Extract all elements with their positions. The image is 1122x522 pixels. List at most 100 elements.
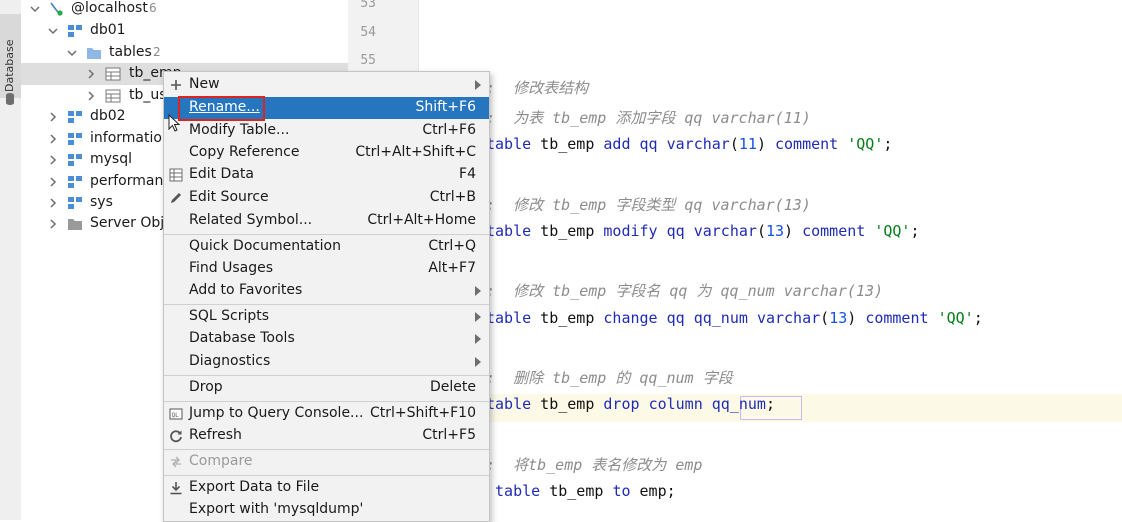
plus-icon [171, 80, 181, 90]
code-token: 'QQ' [874, 222, 911, 240]
code-token: : 将tb_emp 表名修改为 emp [486, 456, 703, 474]
menu-item-compare[interactable]: Compare [164, 451, 489, 473]
code-token: ) [784, 222, 803, 240]
code-line[interactable]: : 修改表结构 [486, 77, 588, 98]
menu-item-label: Related Symbol... [189, 212, 313, 228]
chevron-right-icon[interactable] [47, 218, 59, 230]
code-token: 13 [829, 309, 848, 327]
menu-item-shortcut: Ctrl+F5 [422, 427, 476, 443]
chevron-down-icon[interactable] [29, 3, 41, 15]
menu-item-label: Copy Reference [189, 144, 300, 160]
menu-item-shortcut: Ctrl+Alt+Home [367, 212, 476, 228]
menu-item-export-data-to-file[interactable]: Export Data to File [164, 477, 489, 499]
chevron-right-icon[interactable] [47, 111, 59, 123]
menu-item-find-usages[interactable]: Find Usages Alt+F7 [164, 258, 489, 280]
query-console-icon: QL [169, 408, 183, 420]
code-token: 'QQ' [937, 309, 974, 327]
menu-item-edit-source[interactable]: Edit Source Ctrl+B [164, 187, 489, 209]
menu-item-add-to-favorites[interactable]: Add to Favorites [164, 280, 489, 302]
menu-item-export-with-mysqldump[interactable]: Export with 'mysqldump' [164, 499, 489, 521]
code-token: ( [756, 222, 766, 240]
menu-item-edit-data[interactable]: Edit Data F4 [164, 164, 489, 186]
code-line[interactable]: table tb_emp drop column qq_num; [486, 395, 775, 413]
menu-item-refresh[interactable]: Refresh Ctrl+F5 [164, 425, 489, 447]
code-line[interactable]: table tb_emp add qq varchar(11) comment … [486, 135, 892, 153]
menu-item-copy-reference[interactable]: Copy Reference Ctrl+Alt+Shift+C [164, 142, 489, 164]
menu-item-sql-scripts[interactable]: SQL Scripts [164, 306, 489, 328]
chevron-down-icon[interactable] [47, 25, 59, 37]
submenu-arrow-icon [475, 312, 481, 322]
code-token: table [486, 395, 532, 413]
tree-label: mysql [90, 151, 132, 167]
submenu-arrow-icon [475, 357, 481, 367]
tree-node-tables[interactable]: tables 2 [21, 42, 348, 64]
tree-label: Server Obje [90, 215, 173, 231]
menu-item-related-symbol[interactable]: Related Symbol... Ctrl+Alt+Home [164, 210, 489, 232]
tree-node-localhost[interactable]: @localhost 6 [21, 0, 348, 20]
code-line[interactable]: : 修改 tb_emp 字段名 qq 为 qq_num varchar(13) [486, 280, 883, 301]
menu-item-jump-to-query-console[interactable]: QL Jump to Query Console... Ctrl+Shift+F… [164, 403, 489, 425]
menu-separator [164, 375, 489, 376]
datasource-icon [50, 2, 63, 16]
chevron-right-icon[interactable] [47, 197, 59, 209]
code-line[interactable]: : 为表 tb_emp 添加字段 qq varchar(11) [486, 107, 811, 128]
menu-item-quick-documentation[interactable]: Quick Documentation Ctrl+Q [164, 236, 489, 258]
menu-item-shortcut: Delete [430, 379, 476, 395]
chevron-right-icon[interactable] [47, 176, 59, 188]
schema-icon [68, 176, 82, 188]
code-token: ( [729, 135, 739, 153]
menu-separator [164, 475, 489, 476]
tree-label: performanc [90, 173, 172, 189]
database-tool-tab[interactable]: Database [0, 14, 21, 105]
mouse-pointer-icon [168, 114, 180, 132]
code-token: qq [639, 135, 658, 153]
chevron-right-icon[interactable] [47, 133, 59, 145]
menu-item-label: Diagnostics [189, 353, 271, 369]
menu-item-label: Add to Favorites [189, 282, 303, 298]
pencil-icon [171, 193, 181, 203]
code-token: change [603, 309, 658, 327]
code-line[interactable]: table tb_emp change qq qq_num varchar(13… [486, 309, 983, 327]
compare-icon [171, 456, 181, 468]
menu-item-database-tools[interactable]: Database Tools [164, 328, 489, 350]
menu-item-shortcut: Ctrl+Alt+Shift+C [355, 144, 476, 160]
code-token: ; [765, 395, 775, 413]
table-icon [105, 67, 121, 81]
code-line[interactable]: table tb_emp to emp; [486, 482, 676, 500]
schema-icon [68, 154, 82, 166]
code-token: ; [910, 222, 920, 240]
menu-item-label: Edit Source [189, 189, 269, 205]
code-token: table [486, 135, 532, 153]
code-line[interactable]: : 删除 tb_emp 的 qq_num 字段 [486, 367, 733, 388]
tree-node-db01[interactable]: db01 [21, 20, 348, 42]
chevron-right-icon[interactable] [85, 90, 97, 102]
menu-item-label: Export Data to File [189, 479, 320, 495]
code-token: comment [865, 309, 929, 327]
code-token: qq_num [693, 309, 748, 327]
chevron-down-icon[interactable] [66, 47, 78, 59]
menu-item-diagnostics[interactable]: Diagnostics [164, 351, 489, 373]
chevron-right-icon[interactable] [47, 154, 59, 166]
code-token: : 修改表结构 [486, 79, 589, 97]
menu-item-shortcut: F4 [459, 166, 476, 182]
code-token: ; [973, 309, 983, 327]
code-editor[interactable]: : 修改表结构 : 为表 tb_emp 添加字段 qq varchar(11) ta… [418, 0, 1122, 520]
code-line[interactable]: : 将tb_emp 表名修改为 emp [486, 454, 702, 475]
code-line[interactable]: table tb_emp modify qq varchar(13) comme… [486, 222, 920, 240]
menu-item-modify-table[interactable]: Modify Table... Ctrl+F6 [164, 120, 489, 142]
chevron-right-icon[interactable] [85, 68, 97, 80]
code-token: : 删除 tb_emp 的 qq_num 字段 [486, 369, 733, 387]
menu-item-drop[interactable]: Drop Delete [164, 377, 489, 399]
folder-icon [68, 219, 82, 230]
code-token: modify [603, 222, 658, 240]
menu-item-new[interactable]: New [164, 74, 489, 96]
tree-label: information [90, 130, 171, 146]
code-line[interactable]: : 修改 tb_emp 字段类型 qq varchar(13) [486, 194, 811, 215]
menu-item-label: SQL Scripts [189, 308, 270, 324]
menu-item-label: New [189, 76, 220, 92]
tree-count: 2 [153, 45, 161, 59]
